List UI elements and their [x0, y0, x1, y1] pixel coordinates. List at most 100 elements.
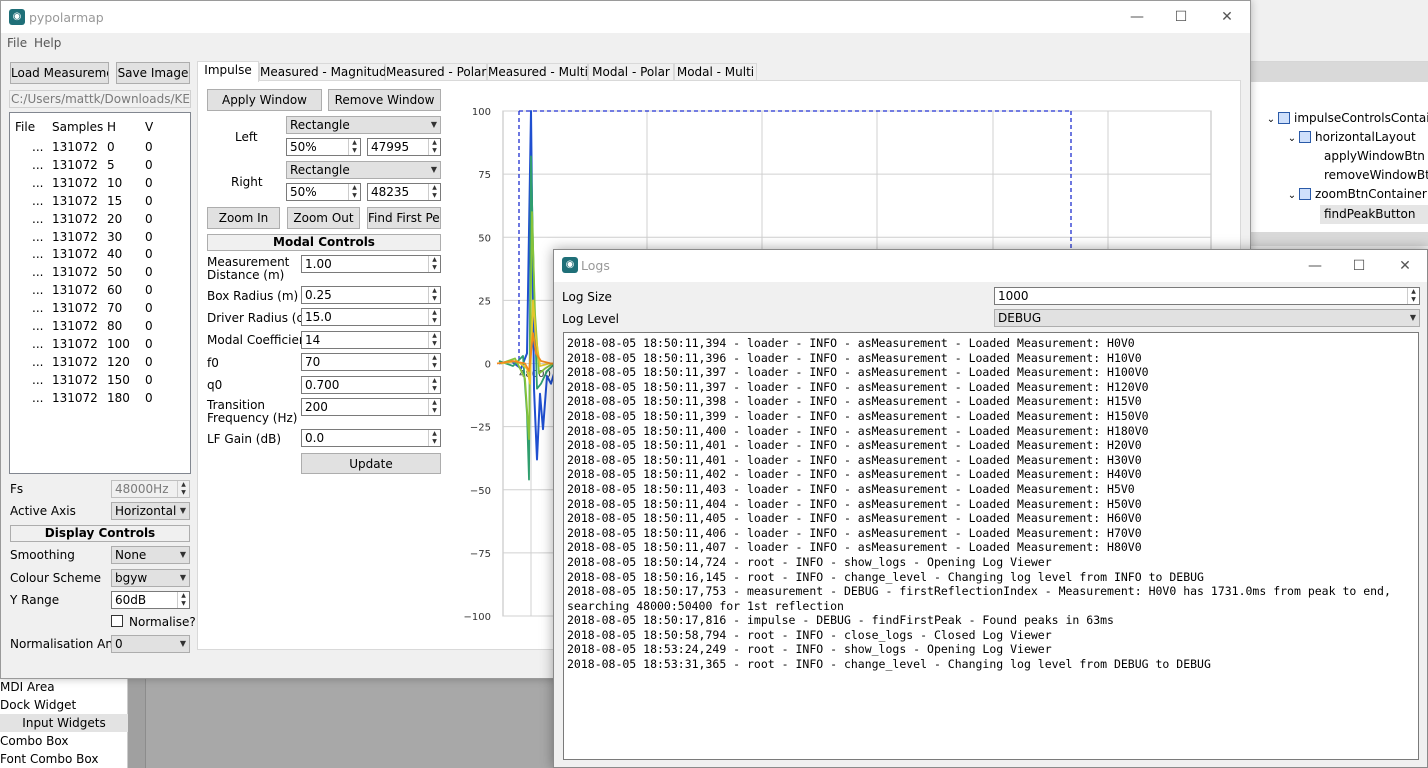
menu-file[interactable]: File: [7, 36, 27, 50]
tree-item-zoom-btn-container[interactable]: ⌄ zoomBtnContainer: [1285, 185, 1427, 204]
maximize-icon[interactable]: ☐: [1336, 250, 1382, 282]
driver-radius-value: 15.0: [305, 310, 332, 324]
right-window-label: Right: [231, 175, 263, 189]
table-cell: 0: [145, 301, 153, 316]
colour-scheme-combo[interactable]: bgyw ▼: [111, 569, 190, 587]
tab-measured-polar[interactable]: Measured - Polar: [385, 63, 487, 81]
measurement-path-field[interactable]: C:/Users/mattk/Downloads/KEF iQ1 IR: [9, 90, 191, 108]
main-titlebar[interactable]: ◉ pypolarmap — ☐ ✕: [1, 1, 1250, 33]
spin-arrows-icon[interactable]: ▲ ▼: [428, 377, 440, 393]
spin-arrows-icon[interactable]: ▲ ▼: [428, 430, 440, 446]
spin-arrows-icon[interactable]: ▲ ▼: [428, 139, 440, 155]
zoom-out-button[interactable]: Zoom Out: [287, 207, 360, 229]
chevron-down-icon[interactable]: ⌄: [1285, 129, 1299, 148]
column-header-samples[interactable]: Samples: [52, 120, 103, 134]
zoom-in-button[interactable]: Zoom In: [207, 207, 280, 229]
column-header-v[interactable]: V: [145, 120, 153, 134]
smoothing-label: Smoothing: [10, 548, 75, 562]
driver-radius-spinbox[interactable]: 15.0 ▲ ▼: [301, 308, 441, 326]
tab-impulse[interactable]: Impulse: [197, 61, 259, 82]
normalisation-angle-combo[interactable]: 0 ▼: [111, 635, 190, 653]
log-viewer-text[interactable]: 2018-08-05 18:50:11,394 - loader - INFO …: [563, 332, 1419, 760]
measurement-distance-spinbox[interactable]: 1.00 ▲ ▼: [301, 255, 441, 273]
tree-item-impulse-controls[interactable]: ⌄ impulseControlsContair: [1264, 109, 1428, 128]
f0-spinbox[interactable]: 70 ▲ ▼: [301, 353, 441, 371]
apply-window-button[interactable]: Apply Window: [207, 89, 322, 111]
mdi-area-canvas: [145, 678, 558, 768]
modal-coefficients-spinbox[interactable]: 14 ▲ ▼: [301, 331, 441, 349]
chevron-down-icon[interactable]: ⌄: [1285, 186, 1299, 205]
chevron-down-icon: ▼: [1409, 313, 1416, 322]
widget-box-item-font-combo-box[interactable]: Font Combo Box: [0, 750, 98, 768]
spin-arrows-icon[interactable]: ▲ ▼: [428, 287, 440, 303]
tab-measured-magnitude[interactable]: Measured - Magnitude: [259, 63, 394, 81]
log-level-combo[interactable]: DEBUG ▼: [994, 309, 1420, 327]
tab-modal-multi[interactable]: Modal - Multi: [674, 63, 757, 81]
spin-arrows-icon[interactable]: ▲ ▼: [428, 332, 440, 348]
y-tick-label: −100: [464, 612, 491, 623]
left-window-position-spinbox[interactable]: 47995 ▲ ▼: [367, 138, 441, 156]
y-tick-label: 25: [478, 296, 491, 307]
log-level-value: DEBUG: [998, 311, 1042, 325]
spin-arrows-icon[interactable]: ▲ ▼: [428, 309, 440, 325]
q0-spinbox[interactable]: 0.700 ▲ ▼: [301, 376, 441, 394]
spin-arrows-icon[interactable]: ▲ ▼: [428, 256, 440, 272]
find-first-peak-button[interactable]: Find First Peak: [367, 207, 441, 229]
tab-measured-multi[interactable]: Measured - Multi: [487, 63, 588, 81]
remove-window-button[interactable]: Remove Window: [328, 89, 441, 111]
log-size-spinbox[interactable]: 1000 ▲ ▼: [994, 287, 1420, 305]
widget-box-category-input-widgets[interactable]: Input Widgets: [0, 714, 128, 732]
log-size-value: 1000: [998, 289, 1029, 303]
update-button[interactable]: Update: [301, 453, 441, 474]
table-cell: ...: [32, 157, 44, 172]
load-measurements-button[interactable]: Load Measurements: [10, 62, 109, 84]
widget-box-item-dock-widget[interactable]: Dock Widget: [0, 696, 76, 714]
spin-arrows-icon[interactable]: ▲ ▼: [428, 184, 440, 200]
table-cell: 150: [107, 372, 130, 387]
tree-item-find-peak-button[interactable]: findPeakButton: [1324, 205, 1415, 224]
spin-arrows-icon[interactable]: ▲ ▼: [428, 399, 440, 415]
tree-item-apply-window-btn[interactable]: applyWindowBtn: [1324, 147, 1425, 166]
box-radius-spinbox[interactable]: 0.25 ▲ ▼: [301, 286, 441, 304]
widget-box-item-combo-box[interactable]: Combo Box: [0, 732, 69, 750]
table-cell: ...: [32, 175, 44, 190]
normalise-checkbox[interactable]: [111, 615, 123, 627]
menu-help[interactable]: Help: [34, 36, 61, 50]
y-range-spinbox[interactable]: 60dB ▲ ▼: [111, 591, 190, 609]
maximize-icon[interactable]: ☐: [1158, 1, 1204, 33]
spin-arrows-icon[interactable]: ▲ ▼: [177, 592, 189, 608]
spin-arrows-icon[interactable]: ▲ ▼: [348, 139, 360, 155]
right-window-position-spinbox[interactable]: 48235 ▲ ▼: [367, 183, 441, 201]
logs-titlebar[interactable]: ◉ Logs — ☐ ✕: [554, 250, 1427, 282]
table-cell: 131072: [52, 193, 98, 208]
column-header-h[interactable]: H: [107, 120, 116, 134]
minimize-icon[interactable]: —: [1114, 1, 1160, 33]
spin-arrows-icon[interactable]: ▲ ▼: [348, 184, 360, 200]
transition-frequency-label: Transition Frequency (Hz): [207, 398, 298, 425]
log-line: 2018-08-05 18:50:11,397 - loader - INFO …: [567, 365, 1149, 380]
active-axis-combo[interactable]: Horizontal ▼: [111, 502, 190, 520]
right-window-type-combo[interactable]: Rectangle ▼: [286, 161, 441, 179]
tree-item-remove-window-btn[interactable]: removeWindowBtn: [1324, 166, 1428, 185]
table-cell: 0: [145, 283, 153, 298]
spin-arrows-icon[interactable]: ▲ ▼: [428, 354, 440, 370]
widget-box-item-mdi-area[interactable]: MDI Area: [0, 678, 55, 696]
chevron-down-icon[interactable]: ⌄: [1264, 110, 1278, 129]
table-cell: 0: [145, 140, 153, 154]
spin-arrows-icon[interactable]: ▲ ▼: [1407, 288, 1419, 304]
column-header-file[interactable]: File: [15, 120, 35, 134]
close-icon[interactable]: ✕: [1382, 250, 1428, 282]
tree-item-horizontal-layout[interactable]: ⌄ horizontalLayout: [1285, 128, 1416, 147]
save-image-button[interactable]: Save Image: [116, 62, 190, 84]
log-size-label: Log Size: [562, 290, 612, 304]
close-icon[interactable]: ✕: [1204, 1, 1250, 33]
minimize-icon[interactable]: —: [1292, 250, 1338, 282]
left-window-percent-spinbox[interactable]: 50% ▲ ▼: [286, 138, 361, 156]
measurements-table[interactable]: File Samples H V ... 131072 0 0... 131072 5 0.…: [9, 112, 191, 474]
right-window-percent-spinbox[interactable]: 50% ▲ ▼: [286, 183, 361, 201]
smoothing-combo[interactable]: None ▼: [111, 546, 190, 564]
lf-gain-spinbox[interactable]: 0.0 ▲ ▼: [301, 429, 441, 447]
transition-frequency-spinbox[interactable]: 200 ▲ ▼: [301, 398, 441, 416]
left-window-type-combo[interactable]: Rectangle ▼: [286, 116, 441, 134]
tab-modal-polar[interactable]: Modal - Polar: [588, 63, 674, 81]
